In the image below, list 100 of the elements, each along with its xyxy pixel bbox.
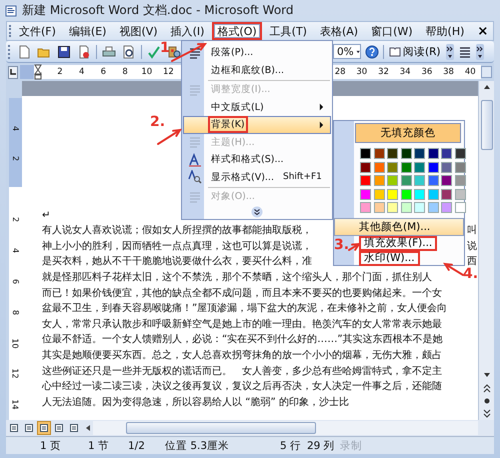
color-swatch[interactable] xyxy=(400,202,412,213)
color-swatch[interactable] xyxy=(441,162,452,172)
menu-item[interactable]: 表格(A) xyxy=(314,22,364,40)
view-button[interactable] xyxy=(52,421,66,435)
color-swatch[interactable] xyxy=(454,175,466,186)
text-line: 西 xyxy=(467,255,477,268)
color-swatch[interactable] xyxy=(414,188,425,200)
color-swatch[interactable] xyxy=(360,148,371,159)
color-swatch[interactable] xyxy=(441,175,452,186)
menu-item[interactable]: 段落(P)... xyxy=(183,44,331,62)
no-fill-button[interactable]: 无填充颜色 xyxy=(355,123,461,143)
color-swatch[interactable] xyxy=(387,162,398,172)
save-icon[interactable] xyxy=(57,44,71,58)
color-swatch[interactable] xyxy=(387,188,398,200)
text-line: 其实是她顺便要买东西。总之，女人总喜欢拐弯抹角的放一个小小的烟幕，无伤大雅，颇占 xyxy=(42,348,442,363)
color-swatch[interactable] xyxy=(441,188,452,200)
menu-item[interactable]: 中文版式(L) xyxy=(183,98,331,116)
color-swatch[interactable] xyxy=(400,175,412,186)
color-swatch[interactable] xyxy=(428,148,438,159)
color-swatch[interactable] xyxy=(428,188,438,200)
permission-icon[interactable] xyxy=(77,44,91,58)
ruler-number: 8 xyxy=(121,66,129,79)
expand-menu-icon[interactable] xyxy=(251,206,263,218)
book-icon xyxy=(389,46,401,56)
color-swatch[interactable] xyxy=(374,202,384,213)
menu-item[interactable]: 填充效果(F)... xyxy=(359,236,438,251)
menu-item[interactable]: 视图(V) xyxy=(114,22,163,40)
new-document-icon[interactable] xyxy=(17,44,31,58)
menu-item[interactable]: 水印(W)... xyxy=(359,251,420,266)
color-swatch[interactable] xyxy=(360,188,371,200)
menu-item[interactable]: 工具(T) xyxy=(264,22,312,40)
color-swatch[interactable] xyxy=(374,175,384,186)
ruler-number: 10 xyxy=(11,338,20,348)
color-swatch[interactable] xyxy=(454,188,466,200)
color-swatch[interactable] xyxy=(441,202,452,213)
color-swatch[interactable] xyxy=(374,162,384,172)
menu-item[interactable]: 显示格式(V)... Shift+F1 xyxy=(183,168,331,186)
color-swatch[interactable] xyxy=(387,202,398,213)
color-swatch[interactable] xyxy=(454,148,466,159)
align-icon[interactable] xyxy=(458,44,472,58)
color-swatch[interactable] xyxy=(387,175,398,186)
menu-item[interactable]: 帮助(H) xyxy=(420,22,470,40)
color-swatch[interactable] xyxy=(428,162,438,172)
spelling-icon[interactable] xyxy=(147,44,161,58)
text-line: 叫 xyxy=(467,224,477,238)
scroll-thumb[interactable] xyxy=(480,100,492,150)
print-icon[interactable] xyxy=(102,44,116,58)
close-document-button[interactable]: × xyxy=(472,24,494,38)
color-swatch[interactable] xyxy=(360,175,371,186)
paragraph-mark: ↵ xyxy=(42,208,50,223)
annotation-arrow xyxy=(348,242,361,251)
menu-item[interactable]: 背景(K) xyxy=(183,116,331,134)
color-swatch[interactable] xyxy=(454,202,466,213)
menu-item[interactable]: 格式(O) xyxy=(212,22,262,40)
read-button[interactable]: 阅读(R) xyxy=(387,44,442,58)
menu-item[interactable]: 编辑(E) xyxy=(64,22,112,40)
ruler-number: 30 xyxy=(355,66,368,79)
color-swatch[interactable] xyxy=(374,188,384,200)
color-swatch[interactable] xyxy=(414,202,425,213)
view-button[interactable] xyxy=(37,421,51,435)
text-line: 这些例证还只是一些并无版权的谎话而已。 女人善变，多少总有些哈姆雷特式，拿不定主 xyxy=(42,364,442,379)
color-swatch[interactable] xyxy=(400,148,412,159)
ruler-number: 4 xyxy=(78,66,86,79)
menu-item[interactable]: 样式和格式(S)... xyxy=(183,151,331,168)
help-icon[interactable] xyxy=(365,44,379,58)
view-button[interactable] xyxy=(22,421,36,435)
toolbar-options-icon[interactable] xyxy=(476,44,484,60)
status-text: 位置 5.3厘米 xyxy=(165,440,230,452)
color-swatch[interactable] xyxy=(414,175,425,186)
color-swatch[interactable] xyxy=(454,162,466,172)
menu-item[interactable]: 边框和底纹(B)... xyxy=(183,62,331,79)
zoom-field[interactable]: 0% xyxy=(333,44,361,59)
color-swatch[interactable] xyxy=(360,162,371,172)
color-swatch[interactable] xyxy=(360,202,371,213)
print-preview-icon[interactable] xyxy=(122,44,136,58)
color-swatch[interactable] xyxy=(400,188,412,200)
color-swatch[interactable] xyxy=(428,202,438,213)
color-swatch[interactable] xyxy=(428,175,438,186)
color-swatch[interactable] xyxy=(414,162,425,172)
menu-item[interactable]: 窗口(W) xyxy=(366,22,418,40)
color-swatch[interactable] xyxy=(400,162,412,172)
color-swatch[interactable] xyxy=(387,148,398,159)
view-button[interactable] xyxy=(7,421,21,435)
indent-marker-icon[interactable] xyxy=(34,64,42,80)
color-swatch[interactable] xyxy=(441,148,452,159)
view-button[interactable] xyxy=(67,421,81,435)
toolbar-options-icon[interactable] xyxy=(446,44,454,60)
scroll-thumb[interactable] xyxy=(126,422,316,434)
step-number: 2. xyxy=(150,114,166,130)
menu-item[interactable]: 文件(F) xyxy=(14,22,61,40)
format-icon xyxy=(188,82,202,97)
menu-item[interactable]: 插入(I) xyxy=(166,22,210,40)
color-swatch[interactable] xyxy=(374,148,384,159)
ruler-margin xyxy=(20,65,34,79)
color-swatch[interactable] xyxy=(414,148,425,159)
text-line: 盆最不卫生，到春天容易喉咙痛！”屋顶渗漏，塌下盆大的灰泥，在未修补之前，女人便会向 xyxy=(42,302,448,316)
text-line: 女人，常常只承认散步和呼吸新鲜空气是她上市的唯一理由。艳羡汽车的女人常常表示她最 xyxy=(42,318,442,332)
tab-selector[interactable] xyxy=(8,66,18,78)
status-text: 1 页 xyxy=(40,440,62,452)
menu-item[interactable]: 其他颜色(M)... xyxy=(334,218,464,236)
